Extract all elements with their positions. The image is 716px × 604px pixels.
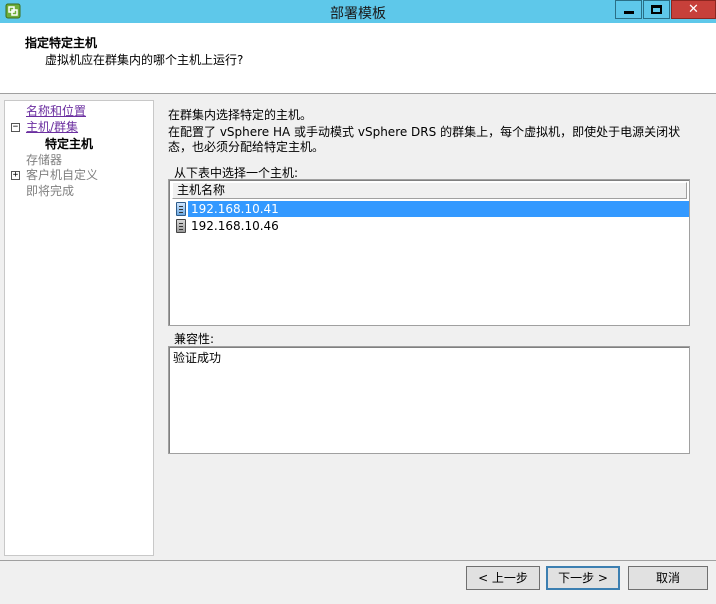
host-list[interactable]: 主机名称 192.168.10.41 192.168.10.46 — [168, 179, 690, 326]
wizard-header: 指定特定主机 虚拟机应在群集内的哪个主机上运行? — [0, 23, 716, 94]
collapse-icon[interactable]: − — [11, 123, 20, 132]
wizard-steps-nav: 名称和位置 − 主机/群集 特定主机 存储器 + 客户机自定义 即将完成 — [4, 100, 154, 556]
intro-text: 在群集内选择特定的主机。 — [168, 108, 313, 122]
window-title: 部署模板 — [330, 6, 386, 22]
back-button[interactable]: < 上一步 — [466, 566, 540, 590]
host-name: 192.168.10.41 — [188, 201, 689, 217]
title-bar: 部署模板 ✕ — [0, 0, 716, 23]
close-button[interactable]: ✕ — [671, 0, 716, 19]
column-header-host-name[interactable]: 主机名称 — [172, 182, 687, 199]
host-row[interactable]: 192.168.10.41 — [172, 201, 689, 217]
minimize-icon — [623, 11, 634, 14]
close-icon: ✕ — [688, 2, 699, 17]
server-icon — [176, 202, 186, 216]
nav-item-specific-host: 特定主机 — [45, 137, 94, 151]
footer-divider — [0, 560, 716, 561]
host-name: 192.168.10.46 — [191, 219, 279, 233]
expand-icon: + — [11, 170, 20, 180]
host-row[interactable]: 192.168.10.46 — [172, 218, 689, 234]
nav-item-ready-to-complete: 即将完成 — [26, 184, 75, 198]
next-button[interactable]: 下一步 > — [546, 566, 620, 590]
minimize-button[interactable] — [615, 0, 642, 19]
cancel-button[interactable]: 取消 — [628, 566, 708, 590]
compatibility-status: 验证成功 — [173, 351, 222, 365]
nav-item-guest-customization: 客户机自定义 — [26, 168, 99, 182]
nav-item-name-location[interactable]: 名称和位置 — [26, 102, 86, 119]
compatibility-box: 验证成功 — [168, 346, 690, 454]
maximize-button[interactable] — [643, 0, 670, 19]
intro-description: 在配置了 vSphere HA 或手动模式 vSphere DRS 的群集上，每… — [168, 125, 681, 154]
server-icon — [176, 219, 186, 233]
compatibility-label: 兼容性: — [174, 332, 215, 346]
maximize-icon — [651, 5, 662, 14]
nav-item-host-cluster[interactable]: 主机/群集 — [26, 118, 78, 135]
page-subtitle: 虚拟机应在群集内的哪个主机上运行? — [45, 53, 244, 67]
page-title: 指定特定主机 — [25, 36, 98, 50]
